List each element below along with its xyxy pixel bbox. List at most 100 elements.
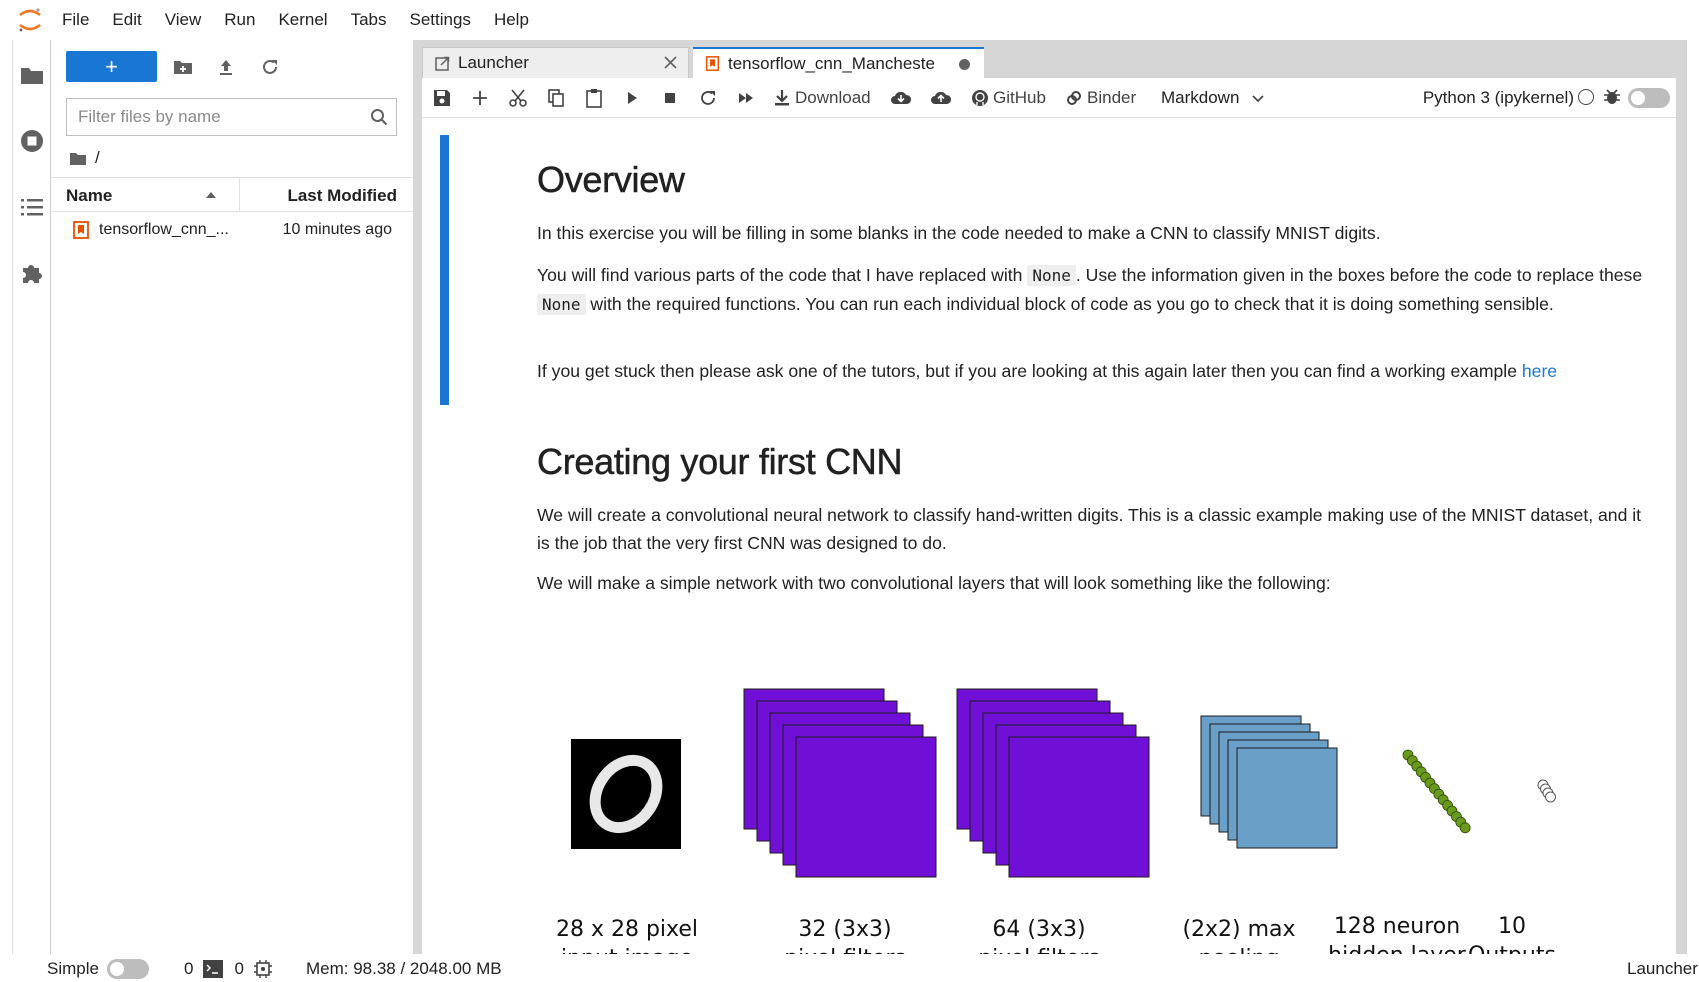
sidebar-splitter[interactable] [413, 40, 422, 966]
file-name: tensorflow_cnn_... [99, 221, 229, 238]
hidden-layer-neurons [1402, 749, 1471, 834]
restart-run-all-icon[interactable] [736, 86, 756, 110]
simple-mode-switch[interactable] [106, 959, 149, 979]
save-icon[interactable] [432, 86, 452, 110]
new-launcher-button[interactable]: + [66, 51, 157, 82]
caption-input: 28 x 28 pixelinput image [555, 917, 699, 954]
column-name-header[interactable]: Name [66, 186, 112, 206]
file-list-header: Name Last Modified [51, 177, 413, 212]
column-divider[interactable] [239, 178, 240, 212]
bug-icon [1604, 89, 1620, 104]
output-neurons [1537, 779, 1556, 803]
status-bar: Simple 0 0 Mem: 98.38 / 2048.00 MB Launc… [0, 954, 1699, 982]
paste-icon[interactable] [584, 86, 604, 110]
cloud-download-icon[interactable] [890, 86, 912, 110]
jupyter-logo-icon [19, 8, 41, 32]
inline-code-none: None [1027, 265, 1076, 286]
folder-icon[interactable] [19, 62, 45, 88]
filter-map [795, 736, 937, 878]
cnn-architecture-diagram: 28 x 28 pixelinput image 32 (3x3)pixel f… [537, 674, 1647, 954]
p2-text-a: You will find various parts of the code … [537, 265, 1028, 285]
cut-icon[interactable] [508, 86, 528, 110]
upload-icon[interactable] [212, 53, 240, 81]
search-icon [371, 109, 388, 126]
conv-filters-64 [956, 688, 1150, 878]
paragraph-network-description: We will make a simple network with two c… [537, 573, 1331, 593]
p2-text-c: with the required functions. You can run… [585, 294, 1554, 314]
menu-file[interactable]: File [62, 10, 89, 30]
file-modified: 10 minutes ago [282, 221, 392, 238]
memory-usage: Mem: 98.38 / 2048.00 MB [306, 959, 502, 978]
run-icon[interactable] [622, 86, 642, 110]
cell-type-select[interactable]: Markdown [1161, 86, 1265, 110]
close-icon[interactable] [663, 55, 678, 70]
neuron [1459, 822, 1471, 834]
terminal-count: 0 [184, 959, 194, 978]
menu-tabs[interactable]: Tabs [351, 10, 387, 30]
paragraph-cnn-intro: We will create a convolutional neural ne… [537, 505, 1642, 553]
binder-button[interactable]: Binder [1064, 86, 1136, 110]
active-cell-collapser[interactable] [440, 135, 449, 405]
kernel-count: 0 [234, 959, 244, 978]
stop-icon[interactable] [660, 86, 680, 110]
main-area: Launcher tensorflow_cnn_Mancheste Downlo… [422, 40, 1686, 954]
menu-bar: File Edit View Run Kernel Tabs Settings … [0, 0, 1699, 40]
filter-files-input[interactable] [67, 99, 357, 135]
tab-launcher[interactable]: Launcher [422, 47, 689, 78]
menu-edit[interactable]: Edit [112, 10, 141, 30]
breadcrumb-root[interactable]: / [95, 148, 100, 168]
insert-cell-icon[interactable] [470, 86, 490, 110]
left-activity-bar [12, 40, 51, 966]
refresh-icon[interactable] [256, 53, 284, 81]
tab-notebook[interactable]: tensorflow_cnn_Mancheste [693, 47, 984, 78]
here-link[interactable]: here [1522, 361, 1557, 381]
file-list-item[interactable]: tensorflow_cnn_... 10 minutes ago [51, 216, 413, 246]
filter-map [1008, 736, 1150, 878]
heading-overview: Overview [537, 159, 685, 201]
binder-label: Binder [1087, 88, 1137, 107]
simple-mode-label: Simple [47, 959, 99, 978]
unsaved-changes-dot-icon[interactable] [959, 59, 970, 70]
cell-type-value: Markdown [1161, 88, 1240, 107]
paragraph-instructions: You will find various parts of the code … [537, 261, 1647, 319]
debugger-toggle[interactable] [1628, 88, 1670, 108]
p2-text-b: . Use the information given in the boxes… [1075, 265, 1643, 285]
download-button[interactable]: Download [772, 86, 871, 110]
download-label: Download [795, 88, 871, 107]
breadcrumb: / [69, 146, 100, 170]
paragraph-intro: In this exercise you will be filling in … [537, 223, 1381, 243]
running-terminals[interactable]: 0 0 [184, 959, 272, 979]
restart-kernel-icon[interactable] [698, 86, 718, 110]
notebook-icon [705, 56, 720, 71]
caption-conv64: 64 (3x3)pixel filters [978, 917, 1100, 954]
menu-settings[interactable]: Settings [410, 10, 471, 30]
menu-kernel[interactable]: Kernel [278, 10, 327, 30]
github-button[interactable]: GitHub [970, 86, 1046, 110]
right-sidebar [1686, 40, 1699, 966]
sort-ascending-icon [206, 192, 216, 198]
max-pooling-layer [1200, 715, 1338, 849]
extension-manager-icon[interactable] [19, 260, 45, 286]
simple-mode-toggle[interactable]: Simple [47, 959, 149, 979]
pooled-map [1236, 747, 1338, 849]
tab-launcher-label: Launcher [458, 53, 529, 72]
menu-run[interactable]: Run [224, 10, 255, 30]
notebook-icon [73, 221, 89, 239]
menu-view[interactable]: View [165, 10, 202, 30]
copy-icon[interactable] [546, 86, 566, 110]
notebook-toolbar: Download GitHub Binder Markdown Python 3… [422, 78, 1676, 118]
kernel-idle-status-icon [1578, 89, 1594, 105]
table-of-contents-icon[interactable] [19, 194, 45, 220]
cloud-upload-icon[interactable] [930, 86, 952, 110]
running-sessions-icon[interactable] [19, 128, 45, 154]
terminal-icon [203, 960, 224, 978]
heading-creating-cnn: Creating your first CNN [537, 441, 903, 483]
column-modified-header[interactable]: Last Modified [287, 186, 397, 206]
menu-help[interactable]: Help [494, 10, 529, 30]
new-folder-icon[interactable] [169, 53, 197, 81]
caption-conv32: 32 (3x3)pixel filters [784, 917, 906, 954]
chevron-down-icon [1252, 95, 1264, 103]
github-label: GitHub [993, 88, 1046, 107]
home-folder-icon[interactable] [69, 151, 87, 166]
kernel-name-button[interactable]: Python 3 (ipykernel) [1423, 88, 1574, 108]
